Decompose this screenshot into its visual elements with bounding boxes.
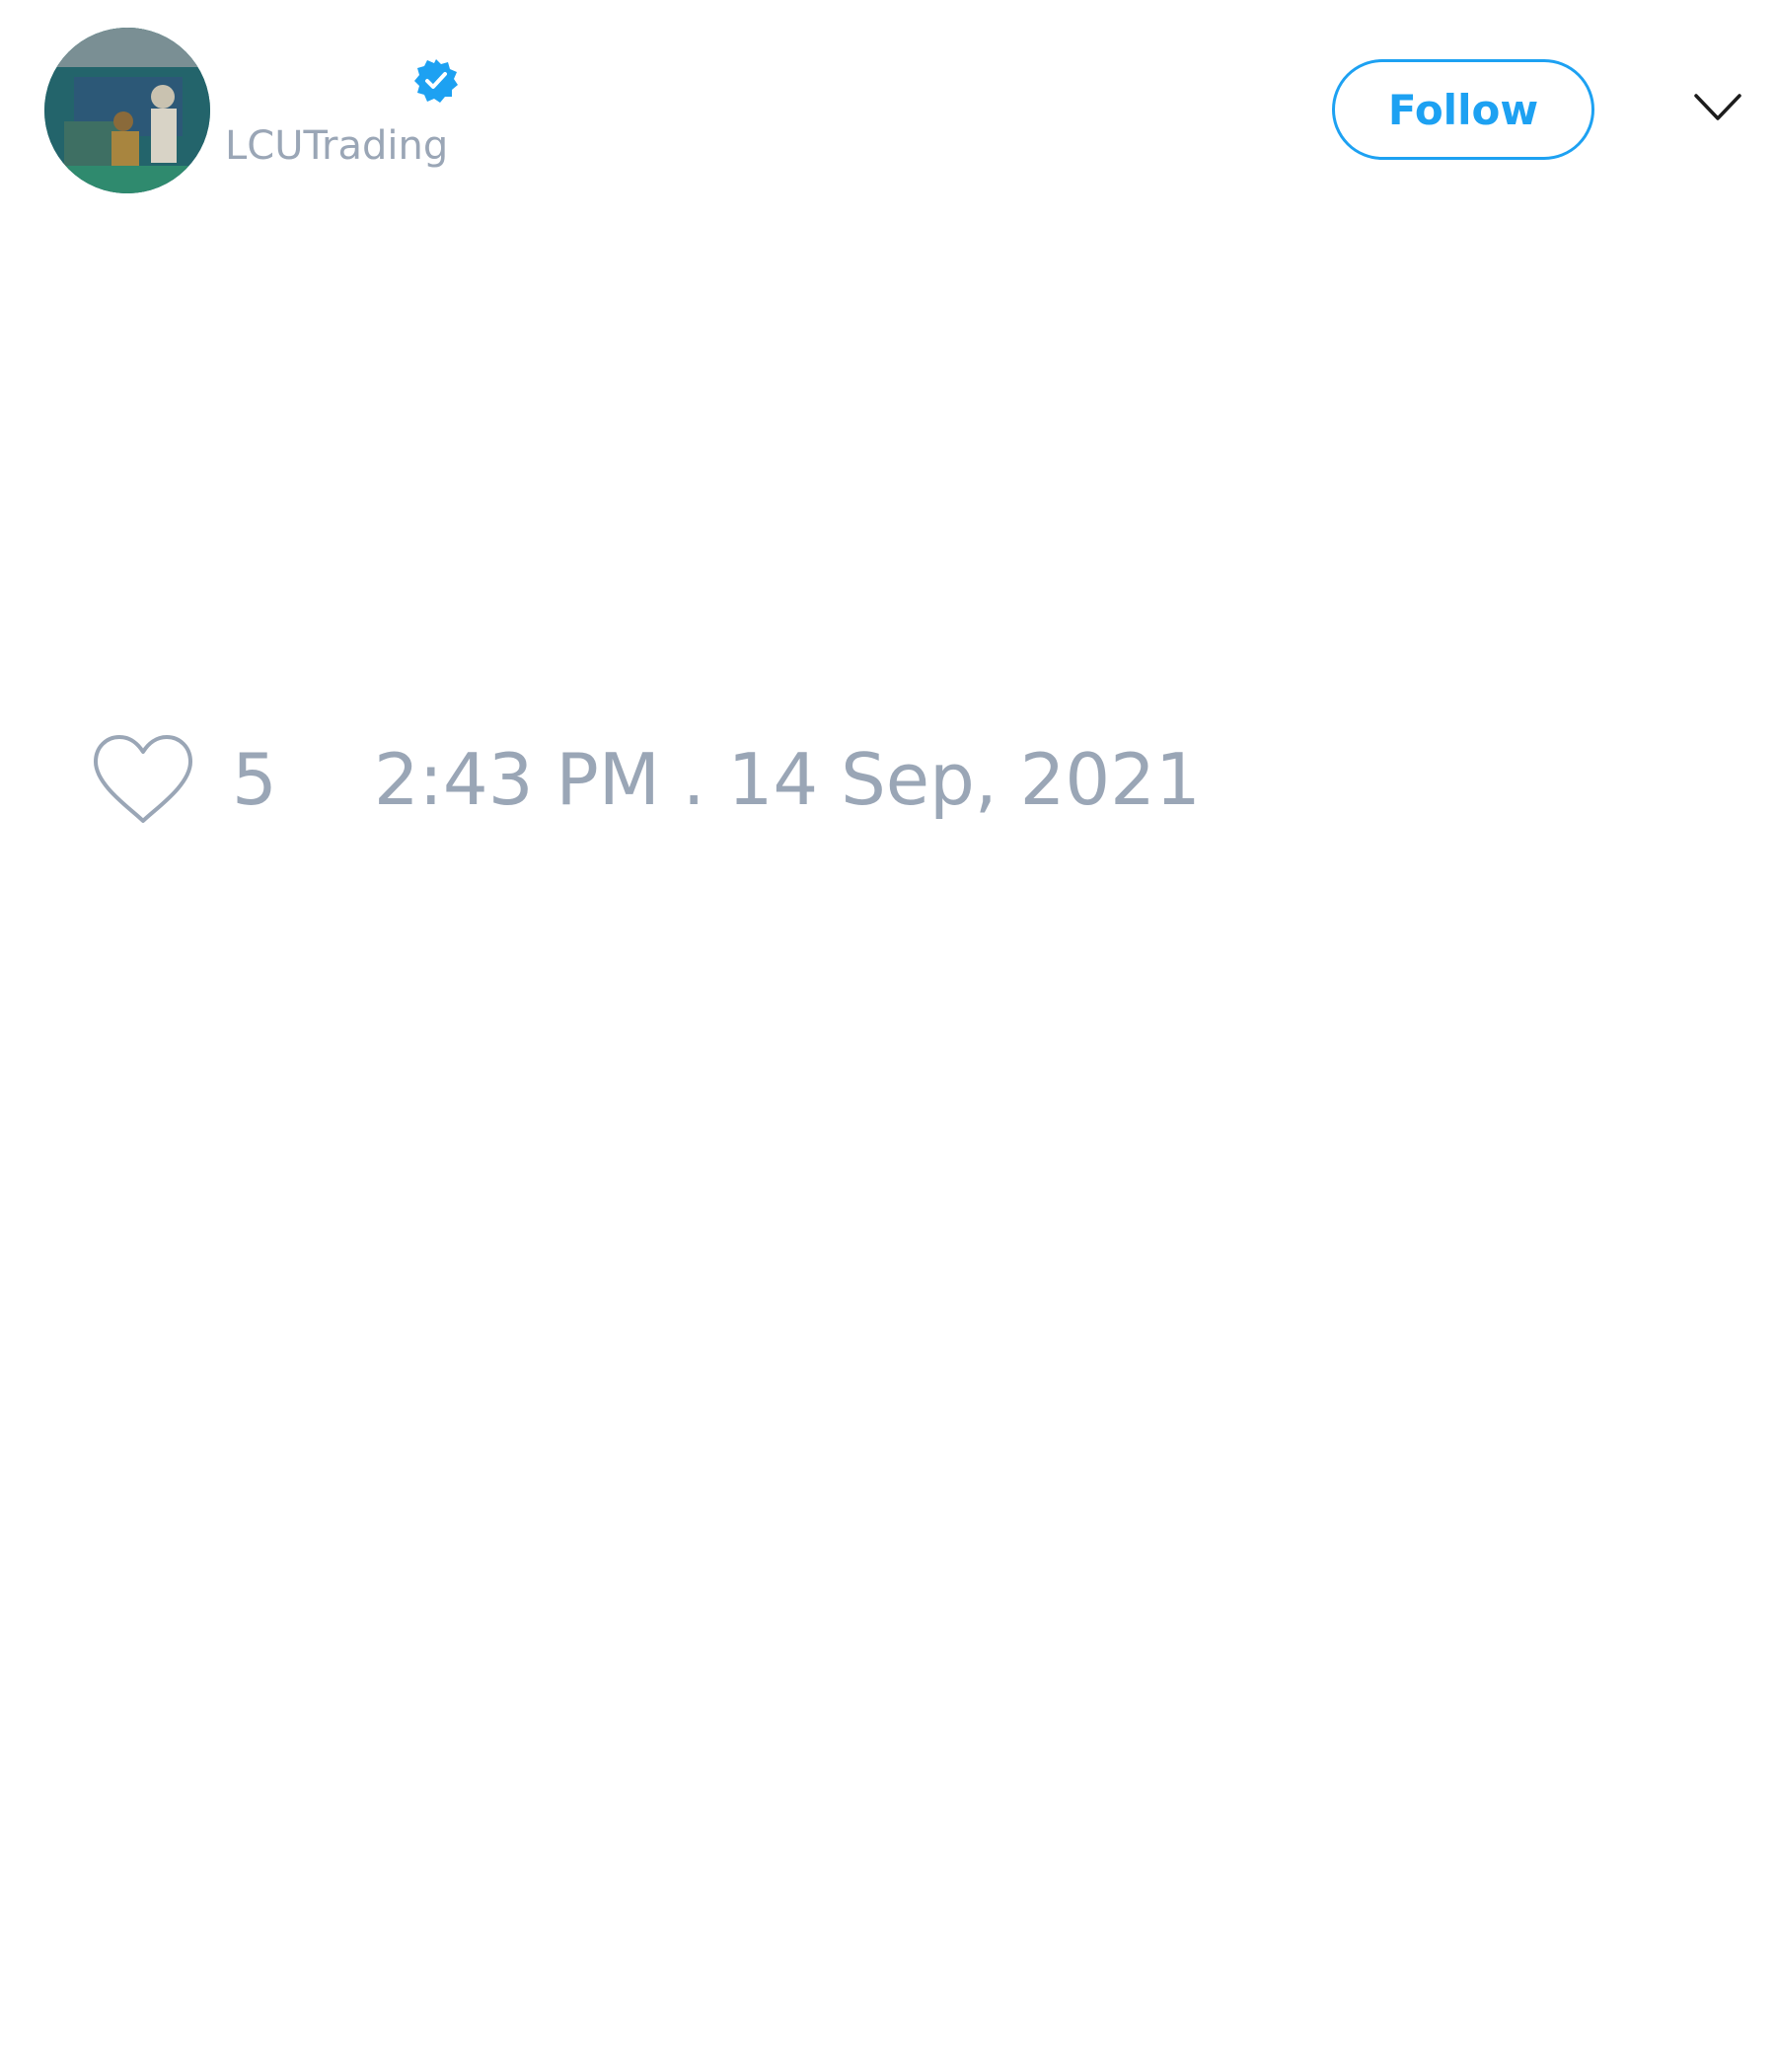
tweet-timestamp[interactable]: 2:43 PM . 14 Sep, 2021 [374, 744, 1201, 815]
like-count: 5 [232, 738, 277, 821]
like-button[interactable] [89, 730, 197, 829]
chevron-down-icon[interactable] [1693, 91, 1742, 124]
heart-outline-icon [94, 735, 192, 823]
tweet-meta-bar: 5 2:43 PM . 14 Sep, 2021 [89, 730, 1201, 829]
profile-photo-image [44, 28, 210, 193]
author-avatar[interactable] [44, 28, 210, 193]
verified-badge-icon [414, 59, 458, 103]
author-handle[interactable]: LCUTrading [225, 126, 448, 166]
follow-button[interactable]: Follow [1332, 59, 1594, 160]
